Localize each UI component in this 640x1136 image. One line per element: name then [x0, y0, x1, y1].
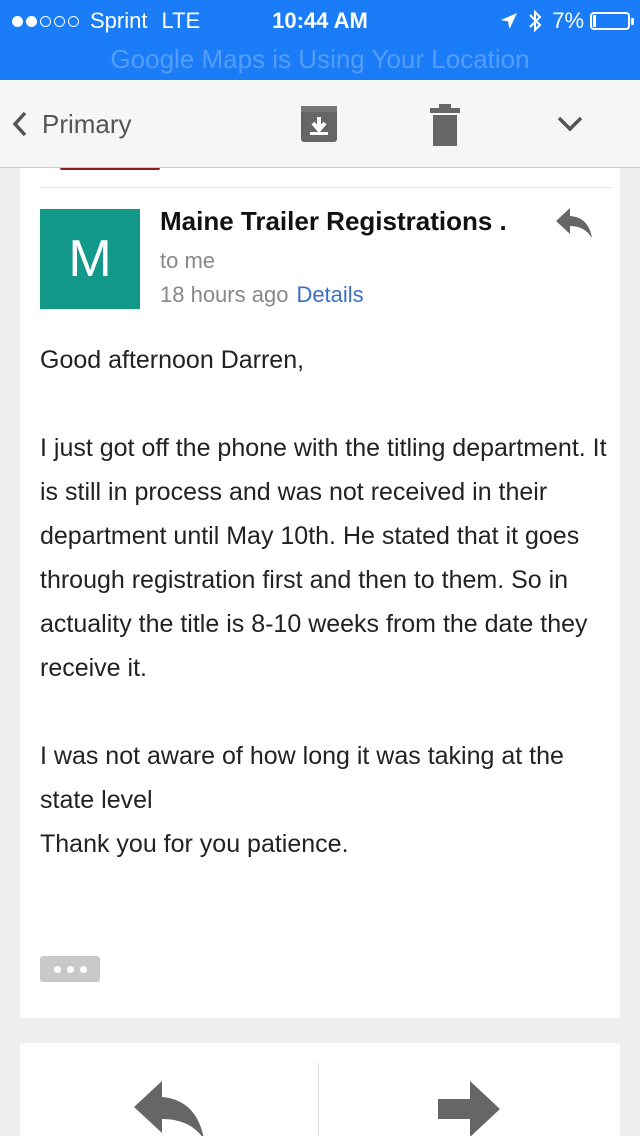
- reply-icon: [556, 208, 592, 238]
- show-trimmed-content-button[interactable]: [40, 956, 100, 982]
- archive-button[interactable]: [300, 104, 338, 149]
- greeting: Good afternoon Darren,: [40, 346, 305, 374]
- battery-icon: [590, 12, 634, 30]
- message-time: 18 hours ago: [160, 282, 289, 307]
- avatar[interactable]: M: [40, 209, 140, 309]
- back-button[interactable]: Primary: [12, 106, 132, 142]
- details-link[interactable]: Details: [296, 282, 363, 307]
- chevron-left-icon: [12, 111, 27, 137]
- back-label: Primary: [42, 108, 132, 139]
- body-paragraph: I just got off the phone with the titlin…: [40, 434, 607, 682]
- battery-percentage: 7%: [552, 8, 584, 33]
- location-banner[interactable]: Google Maps is Using Your Location: [0, 42, 640, 76]
- more-menu-button[interactable]: [556, 114, 584, 139]
- message-meta: 18 hours ago Details: [160, 282, 364, 308]
- previous-message-strip[interactable]: [40, 168, 612, 188]
- toolbar: Primary: [0, 80, 640, 168]
- archive-icon: [301, 106, 337, 142]
- forward-arrow-icon: [438, 1081, 500, 1136]
- location-arrow-icon: [500, 12, 518, 30]
- ellipsis-icon: [53, 965, 61, 973]
- message-actions: [20, 1043, 620, 1136]
- reply-action-button[interactable]: [132, 1079, 206, 1136]
- reply-button[interactable]: [554, 206, 594, 245]
- sign-off: Thank you for you patience.: [40, 830, 349, 858]
- trash-icon: [430, 104, 460, 146]
- sender-name[interactable]: Maine Trailer Registrations .: [160, 206, 507, 237]
- message-body: Good afternoon Darren, I just got off th…: [40, 338, 610, 866]
- status-bar: Sprint LTE 10:44 AM 7% Google Maps is Us…: [0, 0, 640, 80]
- delete-button[interactable]: [430, 104, 460, 151]
- forward-action-button[interactable]: [436, 1079, 502, 1136]
- chevron-down-icon: [557, 116, 583, 132]
- reply-icon: [134, 1081, 204, 1136]
- message-card: M Maine Trailer Registrations . to me 18…: [20, 168, 620, 1018]
- recipient-line: to me: [160, 248, 216, 273]
- body-paragraph: I was not aware of how long it was takin…: [40, 742, 564, 814]
- bluetooth-icon: [528, 9, 542, 33]
